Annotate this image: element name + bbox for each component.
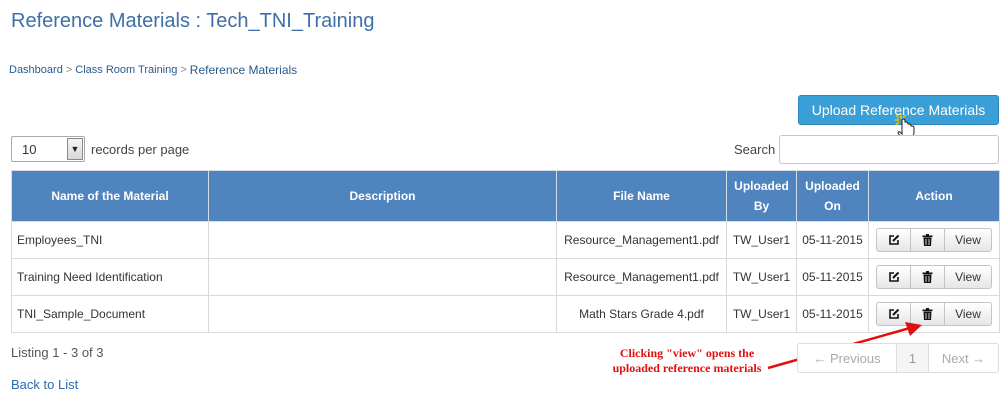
pagination: ← Previous 1 Next → [797, 343, 999, 373]
annotation-line-1: Clicking "view" opens the [619, 346, 755, 360]
action-cell: View [868, 258, 1000, 296]
listing-summary: Listing 1 - 3 of 3 [11, 345, 104, 360]
material-name-cell: Employees_TNI [11, 221, 209, 259]
search-label: Search [734, 142, 776, 157]
material-name-cell: Training Need Identification [11, 258, 209, 296]
column-header-uploaded-by[interactable]: Uploaded By [726, 170, 797, 222]
description-cell [208, 258, 557, 296]
breadcrumb-class-room-training[interactable]: Class Room Training [75, 64, 177, 76]
table-row: Training Need Identification Resource_Ma… [11, 258, 1000, 296]
records-per-page-select[interactable]: 10 ▼ [11, 136, 85, 162]
breadcrumb: Dashboard > Class Room Training > Refere… [9, 63, 297, 77]
uploaded-by-cell: TW_User1 [726, 221, 797, 259]
column-header-uploaded-on[interactable]: Uploaded On [796, 170, 869, 222]
trash-icon [922, 234, 933, 246]
description-cell [208, 295, 557, 333]
pagination-previous[interactable]: ← Previous [798, 344, 897, 372]
column-header-action: Action [868, 170, 1000, 222]
view-button[interactable]: View [945, 266, 991, 288]
edit-icon [888, 234, 899, 245]
chevron-down-icon[interactable]: ▼ [67, 138, 83, 160]
breadcrumb-dashboard[interactable]: Dashboard [9, 64, 63, 76]
file-name-cell: Math Stars Grade 4.pdf [556, 295, 727, 333]
pagination-next[interactable]: Next → [929, 344, 998, 372]
column-header-description[interactable]: Description [208, 170, 557, 222]
pagination-page-1[interactable]: 1 [897, 344, 929, 372]
back-to-list-link[interactable]: Back to List [11, 377, 78, 392]
column-header-name[interactable]: Name of the Material [11, 170, 209, 222]
view-button[interactable]: View [945, 229, 991, 251]
row-action-buttons: View [876, 265, 992, 289]
table-header-row: Name of the Material Description File Na… [11, 170, 1000, 222]
uploaded-on-cell: 05-11-2015 [796, 221, 869, 259]
column-header-file-name[interactable]: File Name [556, 170, 727, 222]
search-input[interactable] [779, 135, 999, 164]
description-cell [208, 221, 557, 259]
delete-button[interactable] [911, 229, 945, 251]
row-action-buttons: View [876, 228, 992, 252]
records-per-page-value: 10 [22, 141, 37, 157]
trash-icon [922, 271, 933, 283]
annotation-line-2: uploaded reference materials [612, 361, 762, 375]
file-name-cell: Resource_Management1.pdf [556, 258, 727, 296]
edit-button[interactable] [877, 266, 911, 288]
file-name-cell: Resource_Management1.pdf [556, 221, 727, 259]
chevron-right-icon: > [180, 64, 187, 76]
edit-icon [888, 271, 899, 282]
table-row: Employees_TNI Resource_Management1.pdf T… [11, 221, 1000, 259]
uploaded-on-cell: 05-11-2015 [796, 258, 869, 296]
annotation-callout: Clicking "view" opens the uploaded refer… [597, 346, 777, 376]
chevron-right-icon: > [65, 64, 73, 76]
breadcrumb-current: Reference Materials [189, 63, 298, 77]
action-cell: View [868, 221, 1000, 259]
edit-button[interactable] [877, 229, 911, 251]
material-name-cell: TNI_Sample_Document [11, 295, 209, 333]
records-per-page: 10 ▼ records per page [11, 136, 189, 162]
records-per-page-label: records per page [91, 141, 190, 157]
page-title: Reference Materials : Tech_TNI_Training [11, 10, 375, 32]
delete-button[interactable] [911, 266, 945, 288]
uploaded-by-cell: TW_User1 [726, 258, 797, 296]
